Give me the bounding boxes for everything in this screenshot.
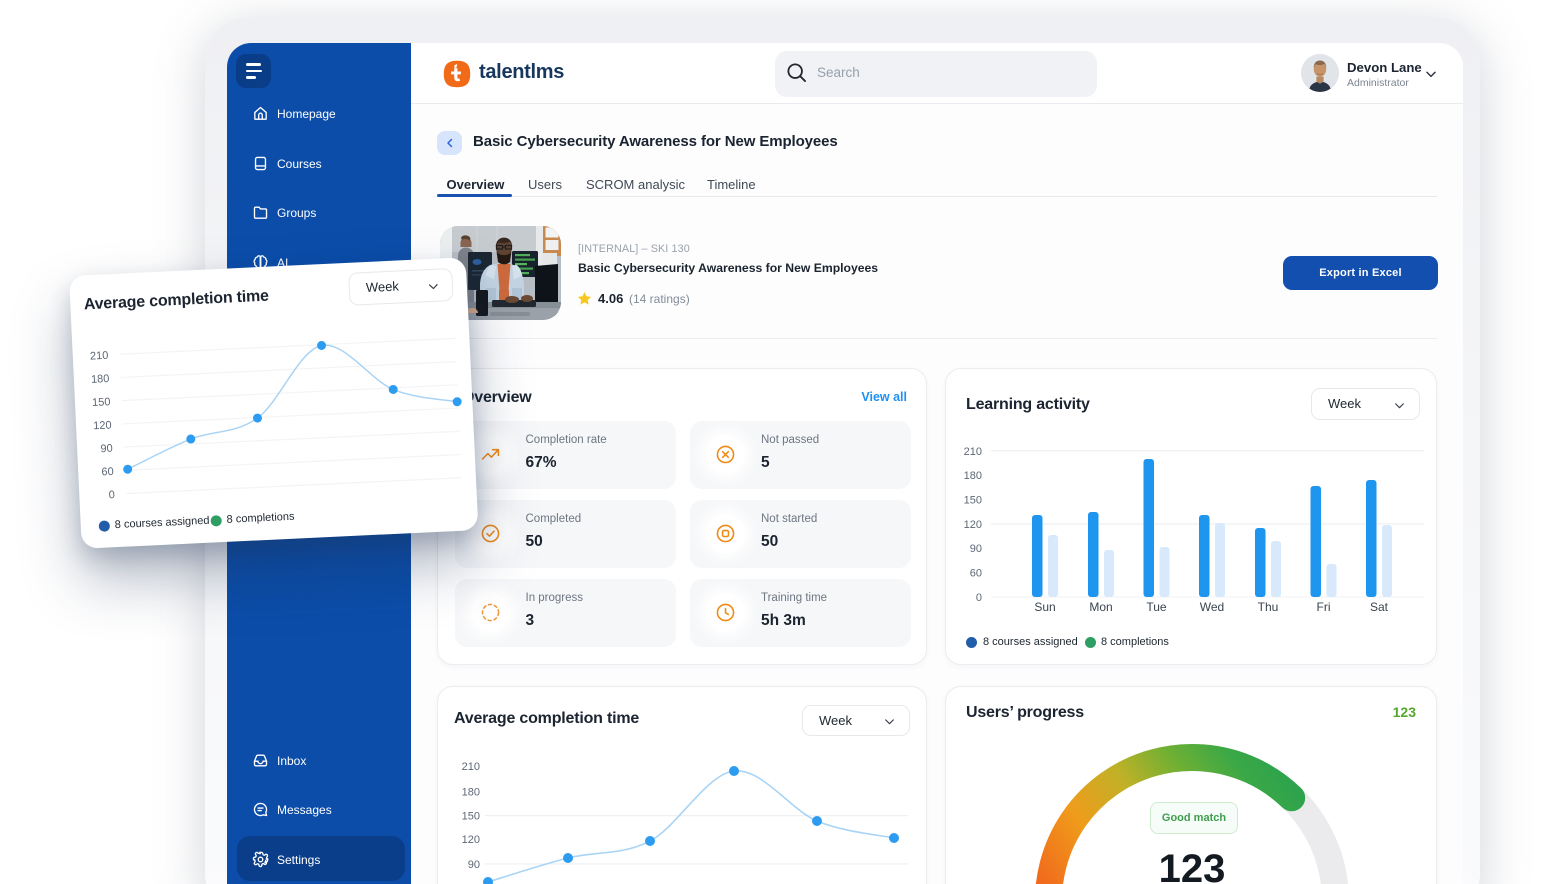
svg-text:210: 210 xyxy=(90,350,109,363)
svg-text:120: 120 xyxy=(462,834,480,846)
svg-text:90: 90 xyxy=(970,543,982,555)
svg-text:210: 210 xyxy=(462,761,480,773)
svg-text:120: 120 xyxy=(93,419,112,432)
svg-text:Sun: Sun xyxy=(1034,600,1055,614)
svg-text:180: 180 xyxy=(462,787,480,799)
svg-text:Wed: Wed xyxy=(1200,600,1224,614)
svg-text:Sat: Sat xyxy=(1370,600,1389,614)
svg-text:90: 90 xyxy=(468,859,480,871)
svg-text:Fri: Fri xyxy=(1317,600,1331,614)
svg-text:0: 0 xyxy=(976,592,982,604)
svg-text:180: 180 xyxy=(91,373,110,386)
svg-text:60: 60 xyxy=(970,568,982,580)
svg-text:180: 180 xyxy=(964,470,982,482)
svg-text:150: 150 xyxy=(964,495,982,507)
svg-text:Tue: Tue xyxy=(1146,600,1167,614)
svg-text:0: 0 xyxy=(108,489,115,501)
svg-text:Thu: Thu xyxy=(1258,600,1279,614)
svg-text:150: 150 xyxy=(92,396,111,409)
svg-text:150: 150 xyxy=(462,811,480,823)
svg-text:120: 120 xyxy=(964,519,982,531)
svg-text:90: 90 xyxy=(100,443,113,456)
svg-text:210: 210 xyxy=(964,446,982,458)
svg-text:Mon: Mon xyxy=(1089,600,1112,614)
svg-text:60: 60 xyxy=(101,466,114,479)
